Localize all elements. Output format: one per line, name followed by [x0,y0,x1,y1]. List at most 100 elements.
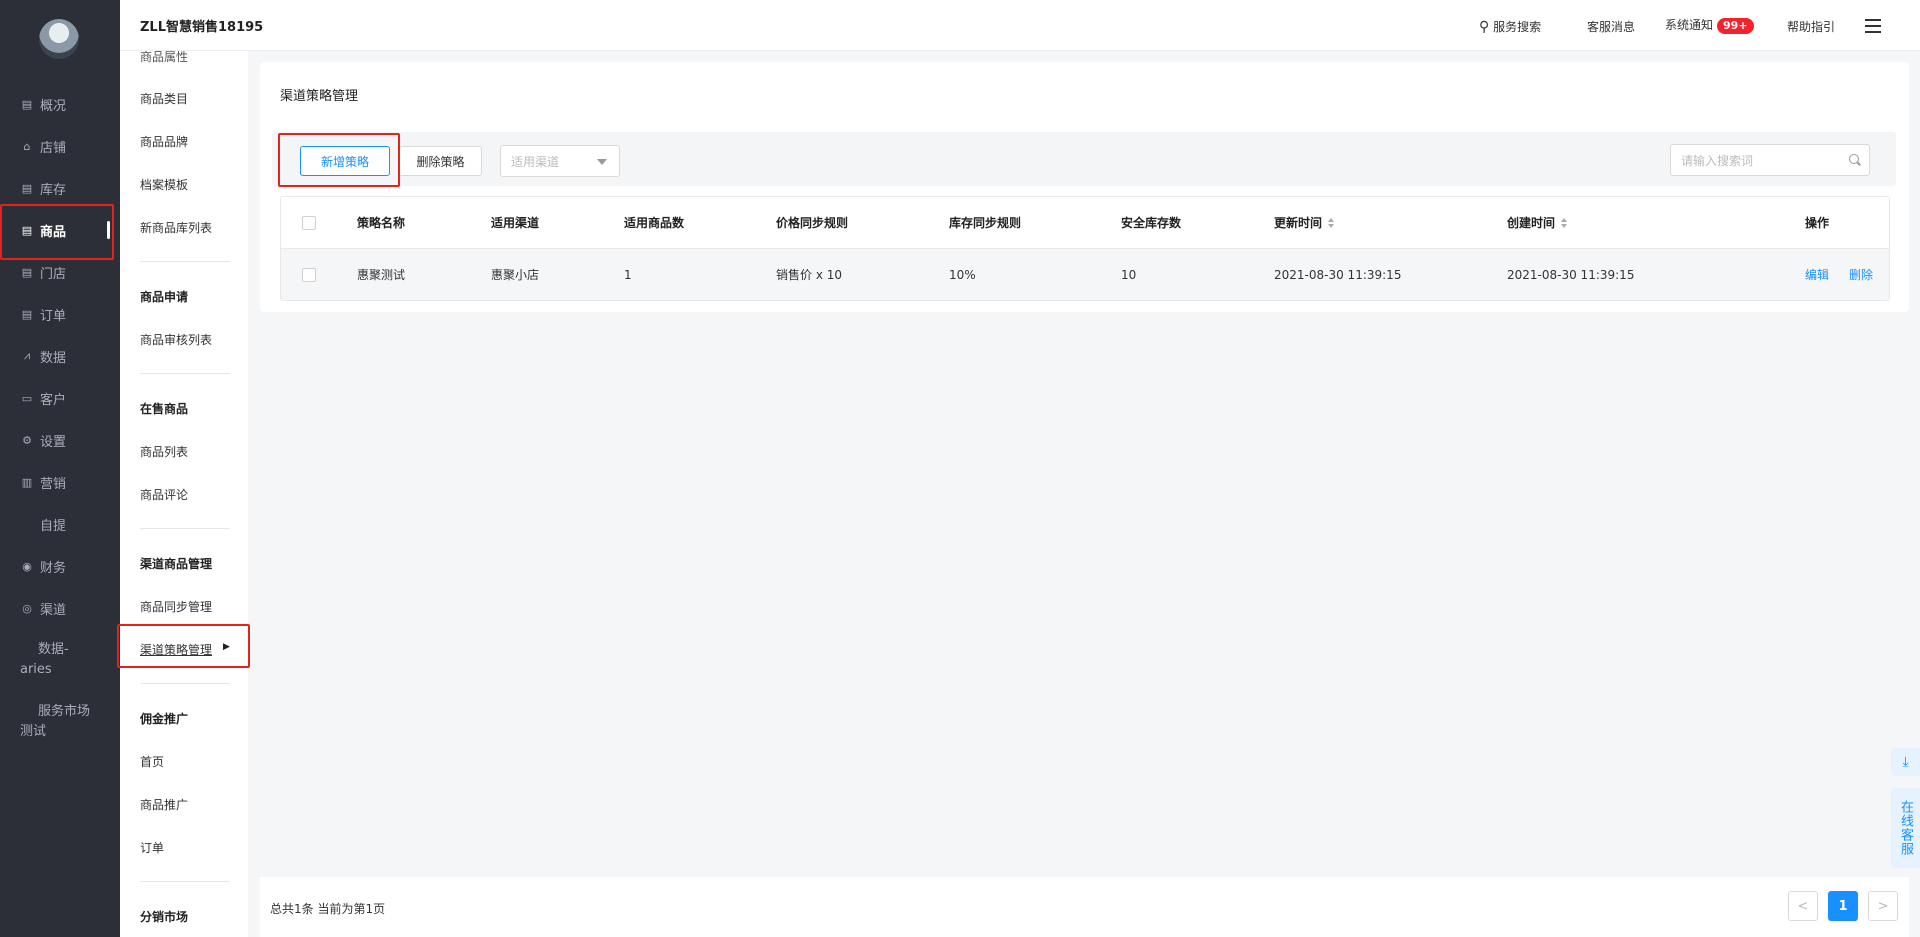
rail-item-marketing[interactable]: ▥ 营销 [0,461,120,503]
sort-icon[interactable] [1561,217,1568,228]
col-updated[interactable]: 更新时间 [1274,197,1335,248]
next-page-button[interactable]: > [1868,891,1898,921]
edit-link[interactable]: 编辑 [1805,266,1829,283]
rail-item-inventory[interactable]: ▤ 库存 [0,167,120,209]
rail-item-data-aries[interactable]: 数据-aries [0,640,120,684]
inventory-icon: ▤ [21,181,33,195]
orders-icon: ▤ [21,307,33,321]
help-guide-link[interactable]: 帮助指引 [1787,18,1835,35]
overview-icon: ▤ [21,97,33,111]
search-input[interactable]: 请输入搜索词 [1670,144,1870,176]
rail-item-goods[interactable]: ▤ 商品 [0,209,120,251]
subnav-item-review-list[interactable]: 商品审核列表 [140,331,212,348]
strategy-card: 渠道策略管理 新增策略 删除策略 适用渠道 请输入搜索词 策略名称 适用渠道 适… [260,62,1909,312]
col-channel: 适用渠道 [491,216,540,230]
rail-item-label: 自提 [40,518,67,534]
rail-item-label: 财务 [40,560,67,576]
subnav-group-onsale: 在售商品 [140,402,189,416]
subnav-item-home[interactable]: 首页 [140,753,164,770]
rail-item-label: 数据-aries [20,642,69,677]
delete-link[interactable]: 删除 [1849,266,1873,283]
rail-item-shop[interactable]: ▤ 门店 [0,251,120,293]
hamburger-menu-icon[interactable] [1865,19,1881,33]
divider [140,261,230,262]
rail-item-label: 客户 [40,392,67,408]
subnav-item-category[interactable]: 商品类目 [140,90,188,107]
row-checkbox[interactable] [302,267,316,282]
cell-goods-count: 1 [624,267,632,282]
rail-item-overview[interactable]: ▤ 概况 [0,83,120,125]
col-created[interactable]: 创建时间 [1507,197,1568,248]
cell-price-rule: 销售价 x 10 [776,268,843,282]
pagination-summary: 总共1条 当前为第1页 [270,902,386,916]
channel-select-placeholder: 适用渠道 [511,154,560,169]
cell-created: 2021-08-30 11:39:15 [1507,267,1635,282]
strategy-table: 策略名称 适用渠道 适用商品数 价格同步规则 库存同步规则 安全库存数 更新时间… [280,196,1890,301]
system-notice-link[interactable]: 系统通知 99+ [1665,16,1754,34]
search-placeholder: 请输入搜索词 [1681,153,1754,168]
rail-item-customers[interactable]: ▭ 客户 [0,377,120,419]
store-icon: ⌂ [23,139,31,153]
rail-item-label: 设置 [40,434,67,450]
service-search-label: 服务搜索 [1493,20,1542,34]
rail-item-finance[interactable]: ◉ 财务 [0,545,120,587]
channel-icon: ◎ [22,601,32,615]
add-strategy-button[interactable]: 新增策略 [300,146,390,176]
cell-channel: 惠聚小店 [491,268,540,282]
system-notice-label: 系统通知 [1665,18,1714,32]
rail-item-label: 门店 [40,266,67,282]
col-created-label: 创建时间 [1507,216,1556,230]
page-number-button[interactable]: 1 [1828,891,1858,921]
channel-select[interactable]: 适用渠道 [500,145,620,177]
service-search-link[interactable]: ⚲ 服务搜索 [1479,18,1541,35]
prev-page-button[interactable]: < [1788,891,1818,921]
subnav-item-new-goods-lib[interactable]: 新商品库列表 [140,219,212,236]
rail-item-label: 商品 [40,224,67,240]
divider [140,373,230,374]
sort-icon[interactable] [1328,217,1335,228]
rail-item-label: 订单 [40,308,67,324]
avatar[interactable] [39,19,79,59]
subnav-item-brand[interactable]: 商品品牌 [140,133,188,150]
rail-item-channel[interactable]: ◎ 渠道 [0,587,120,629]
caret-right-icon: ▶ [223,642,230,652]
rail-item-settings[interactable]: ⚙ 设置 [0,419,120,461]
col-updated-label: 更新时间 [1274,216,1323,230]
rail-item-data[interactable]: ⩘ 数据 [0,335,120,377]
main-rail: ▤ 概况 ⌂ 店铺 ▤ 库存 ▤ 商品 ▤ 门店 ▤ 订单 ⩘ 数据 ▭ 客户 … [0,0,120,937]
table-row: 惠聚测试 惠聚小店 1 销售价 x 10 10% 10 2021-08-30 1… [281,249,1889,300]
active-indicator [107,221,110,239]
search-icon[interactable] [1849,154,1859,164]
pagination-bar: 总共1条 当前为第1页 < 1 > [260,877,1909,937]
rail-item-service-market[interactable]: 服务市场测试 [0,702,120,746]
rail-item-pickup[interactable]: ▤ 自提 [0,503,120,545]
col-price-rule: 价格同步规则 [776,216,849,230]
subnav-item-sync[interactable]: 商品同步管理 [140,598,212,615]
cell-stock-rule: 10% [949,267,976,282]
col-safe-stock: 安全库存数 [1121,216,1182,230]
toolbar: 新增策略 删除策略 适用渠道 请输入搜索词 [272,132,1896,186]
subnav-item-promotion[interactable]: 商品推广 [140,796,188,813]
rail-item-label: 概况 [40,98,67,114]
rail-item-label: 服务市场测试 [20,704,91,739]
divider [140,881,230,882]
subnav-item-orders[interactable]: 订单 [140,839,164,856]
subnav-item-channel-strategy[interactable]: 渠道策略管理 [140,641,212,658]
download-icon[interactable]: ⤓ [1891,748,1920,776]
subnav-item-goods-list[interactable]: 商品列表 [140,443,188,460]
delete-strategy-button[interactable]: 删除策略 [399,146,482,176]
col-goods-count: 适用商品数 [624,216,685,230]
rail-item-orders[interactable]: ▤ 订单 [0,293,120,335]
customer-message-link[interactable]: 客服消息 [1587,18,1635,35]
subnav-item-goods-comments[interactable]: 商品评论 [140,486,188,503]
subnav-item-template[interactable]: 档案模板 [140,176,188,193]
rail-item-store[interactable]: ⌂ 店铺 [0,125,120,167]
online-service-button[interactable]: 在线客服 [1891,788,1920,868]
col-name: 策略名称 [357,216,406,230]
cell-updated: 2021-08-30 11:39:15 [1274,267,1402,282]
customer-card-icon: ▭ [21,391,33,405]
chart-icon: ⩘ [23,349,31,362]
divider [140,528,230,529]
col-ops: 操作 [1805,216,1830,230]
select-all-checkbox[interactable] [302,215,316,230]
